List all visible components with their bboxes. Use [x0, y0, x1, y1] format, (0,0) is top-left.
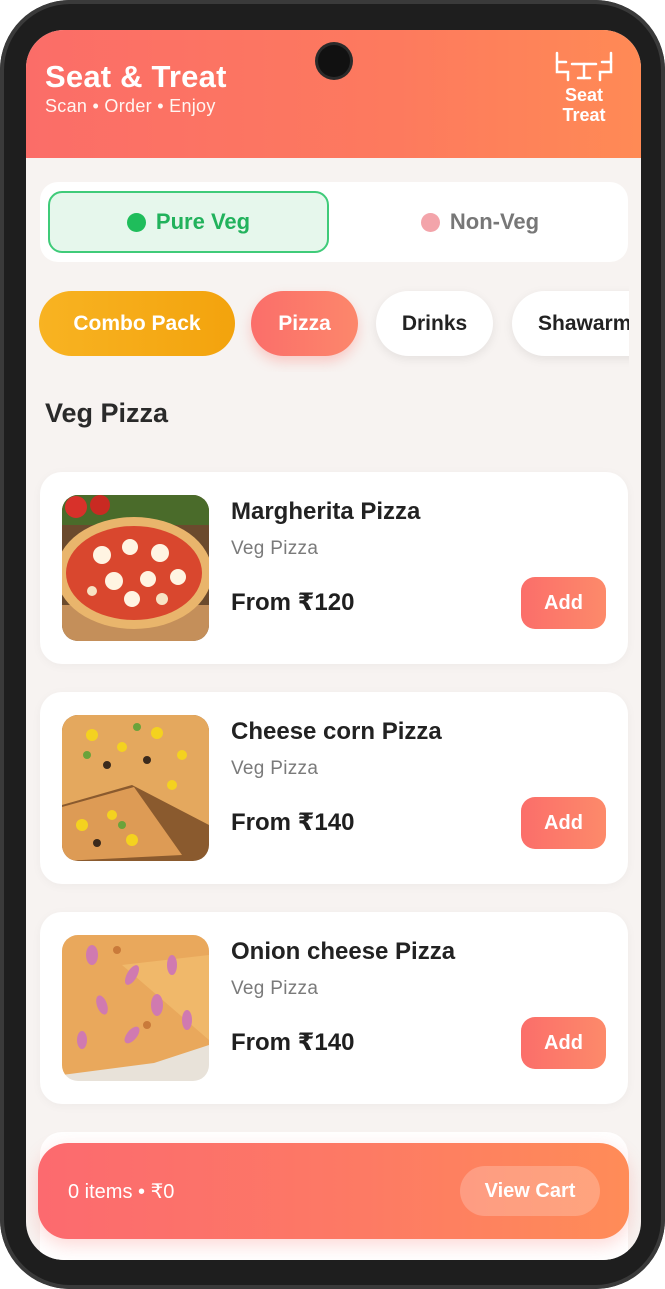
product-name: Cheese corn Pizza	[231, 718, 442, 745]
product-name: Margherita Pizza	[231, 498, 421, 525]
app-tagline: Scan • Order • Enjoy	[45, 96, 216, 116]
category-shawarma[interactable]: Shawarma	[512, 291, 629, 356]
logo-text-seat: Seat	[564, 85, 604, 105]
product-price: From ₹120	[231, 589, 355, 616]
section-title: Veg Pizza	[45, 398, 169, 428]
product-category: Veg Pizza	[231, 538, 319, 559]
front-camera	[318, 45, 350, 77]
add-button[interactable]: Add	[521, 797, 606, 849]
product-card: Onion cheese Pizza Veg Pizza From ₹140 A…	[40, 912, 628, 1104]
product-price: From ₹140	[231, 809, 355, 836]
add-button[interactable]: Add	[521, 1017, 606, 1069]
product-price: From ₹140	[231, 1029, 355, 1056]
non-veg-toggle[interactable]: Non-Veg	[340, 191, 620, 253]
product-category: Veg Pizza	[231, 978, 319, 999]
product-category: Veg Pizza	[231, 758, 319, 779]
cart-summary: 0 items • ₹0	[68, 1181, 175, 1203]
category-drinks[interactable]: Drinks	[376, 291, 493, 356]
product-card: Cheese corn Pizza Veg Pizza From ₹140 Ad…	[40, 692, 628, 884]
brand-logo: Seat Treat	[552, 50, 616, 126]
veg-dot-icon	[126, 212, 146, 232]
category-tabs[interactable]: Combo Pack Pizza Drinks Shawarma	[26, 282, 629, 372]
category-pizza[interactable]: Pizza	[251, 291, 358, 356]
cheese-corn-pizza-image	[62, 715, 209, 861]
add-button[interactable]: Add	[521, 577, 606, 629]
product-card: Margherita Pizza Veg Pizza From ₹120 Add	[40, 472, 628, 664]
diet-filter: Pure Veg Non-Veg	[40, 182, 628, 262]
app-header: Seat & Treat Scan • Order • Enjoy Seat T…	[26, 30, 641, 158]
category-combo-pack[interactable]: Combo Pack	[39, 291, 235, 356]
view-cart-button[interactable]: View Cart	[460, 1166, 600, 1216]
non-veg-dot-icon	[420, 212, 440, 232]
pure-veg-label: Pure Veg	[155, 209, 251, 234]
app-title: Seat & Treat	[45, 59, 227, 94]
cart-bar[interactable]: 0 items • ₹0 View Cart	[38, 1143, 629, 1239]
table-chairs-icon	[555, 51, 613, 82]
onion-cheese-pizza-image	[62, 935, 209, 1081]
app-screen: Seat & Treat Scan • Order • Enjoy Seat T…	[26, 30, 641, 1260]
pure-veg-toggle[interactable]: Pure Veg	[48, 191, 329, 253]
non-veg-label: Non-Veg	[449, 209, 540, 234]
margherita-pizza-image	[62, 495, 209, 641]
phone-frame: Seat & Treat Scan • Order • Enjoy Seat T…	[0, 0, 665, 1289]
product-name: Onion cheese Pizza	[231, 938, 456, 965]
logo-text-treat: Treat	[562, 105, 606, 125]
